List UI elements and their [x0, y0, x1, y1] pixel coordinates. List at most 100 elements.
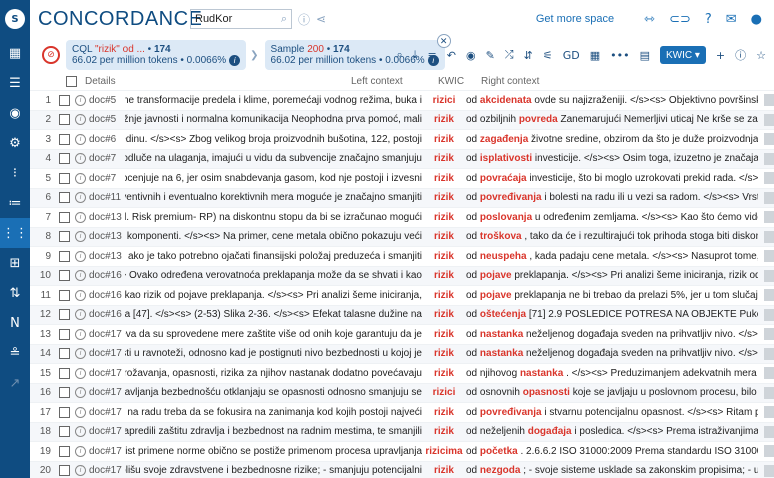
doc-id[interactable]: doc#16	[89, 270, 125, 281]
doc-id[interactable]: doc#16	[89, 309, 125, 320]
grid-icon[interactable]: ▦	[590, 49, 600, 62]
left-context[interactable]: skretanje pažnje javnosti i normalna kom…	[125, 114, 422, 125]
row-checkbox[interactable]	[59, 172, 70, 184]
right-context[interactable]: od isplativosti investicije. </s><s> Osi…	[466, 153, 758, 164]
left-context[interactable]: st podrazumeva da su sprovedene mere zaš…	[125, 329, 422, 340]
user-icon[interactable]: ●	[751, 12, 762, 27]
row-checkbox[interactable]	[59, 328, 70, 340]
copy-icon[interactable]	[764, 386, 774, 399]
frequency-icon[interactable]: ▤	[640, 49, 650, 62]
right-context[interactable]: od oštećenja [71] 2.9 POSLEDICE POTRESA …	[466, 309, 758, 320]
info-icon[interactable]: i	[75, 406, 86, 418]
left-context-header[interactable]: Left context	[351, 76, 431, 87]
doc-id[interactable]: doc#6	[89, 134, 125, 145]
right-context[interactable]: od akcidenata ovde su najizraženiji. </s…	[466, 95, 758, 106]
kwic-word[interactable]: rizik	[422, 309, 466, 320]
trends-icon[interactable]: ↗	[0, 368, 30, 398]
help-icon[interactable]: ?	[705, 12, 712, 27]
table-row[interactable]: 5 idoc#7je koja se procenjuje na 6, jer o…	[30, 168, 774, 188]
doc-id[interactable]: doc#11	[89, 192, 125, 203]
table-row[interactable]: 18 idoc#17eti kako bi unapredili zaštitu …	[30, 421, 774, 441]
right-context[interactable]: od nezgoda ; - svoje sisteme usklade sa …	[466, 465, 758, 476]
doc-id[interactable]: doc#17	[89, 387, 125, 398]
left-context[interactable]: nja]. </s><s> Ovako određena verovatnoća…	[125, 270, 422, 281]
table-row[interactable]: 20 idoc#17fikuju i kontrolišu svoje zdrav…	[30, 460, 774, 478]
feedback-icon[interactable]: ✉	[726, 12, 737, 27]
row-checkbox[interactable]	[59, 250, 70, 262]
left-context[interactable]: cena metala, ako je tako potrebno ojačat…	[125, 251, 422, 262]
copy-icon[interactable]	[764, 191, 774, 204]
table-row[interactable]: 14 idoc#17a bezbednosti u ravnoteži, odno…	[30, 343, 774, 363]
parallel-icon[interactable]: ⊞	[0, 248, 30, 278]
info-icon[interactable]: i	[75, 328, 86, 340]
kwic-word[interactable]: rizik	[422, 192, 466, 203]
row-checkbox[interactable]	[59, 309, 70, 321]
left-context[interactable]: Najveća korist primene norme obično se p…	[125, 446, 422, 457]
right-context[interactable]: od njihovog nastanka . </s><s> Preduzima…	[466, 368, 758, 379]
kwic-word[interactable]: rizik	[422, 368, 466, 379]
kwic-word[interactable]: rizik	[422, 426, 466, 437]
copy-icon[interactable]	[764, 289, 774, 302]
table-row[interactable]: 13 idoc#17st podrazumeva da su sprovedene…	[30, 324, 774, 344]
corpus-selector[interactable]: RudKor ⌕	[190, 9, 292, 29]
plus-icon[interactable]: +	[716, 49, 725, 62]
right-context[interactable]: od nastanka neželjenog događaja sveden n…	[466, 329, 758, 340]
app-logo[interactable]: S	[0, 0, 30, 38]
info-icon[interactable]: i	[75, 445, 86, 457]
expand-icon[interactable]: ⇿	[644, 12, 655, 27]
row-checkbox[interactable]	[59, 133, 70, 145]
left-context[interactable]: venstveno preventivnih i eventualno kore…	[125, 192, 422, 203]
info-icon[interactable]: i	[75, 367, 86, 379]
doc-id[interactable]: doc#17	[89, 329, 125, 340]
left-context[interactable]: eti kako bi unapredili zaštitu zdravlja …	[125, 426, 422, 437]
copy-icon[interactable]	[764, 113, 774, 126]
right-context[interactable]: od pojave preklapanja. </s><s> Pri anali…	[466, 270, 758, 281]
table-row[interactable]: 6 idoc#11venstveno preventivnih i eventua…	[30, 187, 774, 207]
kwic-word[interactable]: rizik	[422, 465, 466, 476]
left-context[interactable]: ema, negativne transformacije predela i …	[125, 95, 422, 106]
shuffle-icon[interactable]: ⤮	[505, 48, 514, 62]
right-context[interactable]: od osnovnih opasnosti koje se javljaju u…	[466, 387, 758, 398]
doc-id[interactable]: doc#13	[89, 231, 125, 242]
row-checkbox[interactable]	[59, 465, 70, 477]
kwic-word[interactable]: rizik	[422, 348, 466, 359]
right-context[interactable]: od troškova , tako da će i rezultirajući…	[466, 231, 758, 242]
info-icon[interactable]: i	[75, 114, 86, 126]
row-checkbox[interactable]	[59, 445, 70, 457]
copy-icon[interactable]	[764, 133, 774, 146]
copy-icon[interactable]	[764, 425, 774, 438]
kwic-word[interactable]: rizik	[422, 290, 466, 301]
copy-icon[interactable]	[764, 269, 774, 282]
right-context[interactable]: od nastanka neželjenog događaja sveden n…	[466, 348, 758, 359]
right-context[interactable]: od povređivanja i stvarnu potencijalnu o…	[466, 407, 758, 418]
left-context[interactable]: osciloovanja tla [47]. </s><s> (2-53) Sl…	[125, 309, 422, 320]
table-row[interactable]: 1 idoc#5ema, negativne transformacije pre…	[30, 90, 774, 110]
table-row[interactable]: 10 idoc#16nja]. </s><s> Ovako određena ve…	[30, 265, 774, 285]
copy-icon[interactable]	[764, 230, 774, 243]
kwic-word[interactable]: rizici	[422, 95, 466, 106]
info-icon[interactable]: i	[75, 289, 86, 301]
copy-icon[interactable]	[764, 347, 774, 360]
dashboard-icon[interactable]: ▦	[0, 38, 30, 68]
table-row[interactable]: 11 idoc#16da se shvati i kao rizik od poj…	[30, 285, 774, 305]
copy-icon[interactable]	[764, 328, 774, 341]
doc-id[interactable]: doc#7	[89, 173, 125, 184]
kwic-word[interactable]: rizik	[422, 134, 466, 145]
kwic-word[interactable]: rizik	[422, 212, 466, 223]
thesaurus-icon[interactable]: ⁝	[0, 158, 30, 188]
get-more-space-link[interactable]: Get more space	[536, 13, 614, 25]
left-context[interactable]: u životnu sredinu. </s><s> Zbog velikog …	[125, 134, 422, 145]
row-checkbox[interactable]	[59, 231, 70, 243]
info-icon[interactable]: i	[75, 211, 86, 223]
doc-id[interactable]: doc#7	[89, 153, 125, 164]
query-chip-cql[interactable]: CQL "rizik" od ... • 174 66.02 per milli…	[66, 40, 247, 70]
list-icon[interactable]: ☰	[0, 68, 30, 98]
row-checkbox[interactable]	[59, 387, 70, 399]
kwic-word[interactable]: rizik	[422, 231, 466, 242]
copy-icon[interactable]	[764, 308, 774, 321]
info-icon[interactable]: i	[229, 55, 241, 66]
select-all-checkbox[interactable]	[66, 75, 77, 87]
copy-icon[interactable]	[764, 94, 774, 107]
left-context[interactable]: a bezbednosti u ravnoteži, odnosno kad j…	[125, 348, 422, 359]
share-icon[interactable]: ⋖	[316, 12, 326, 26]
